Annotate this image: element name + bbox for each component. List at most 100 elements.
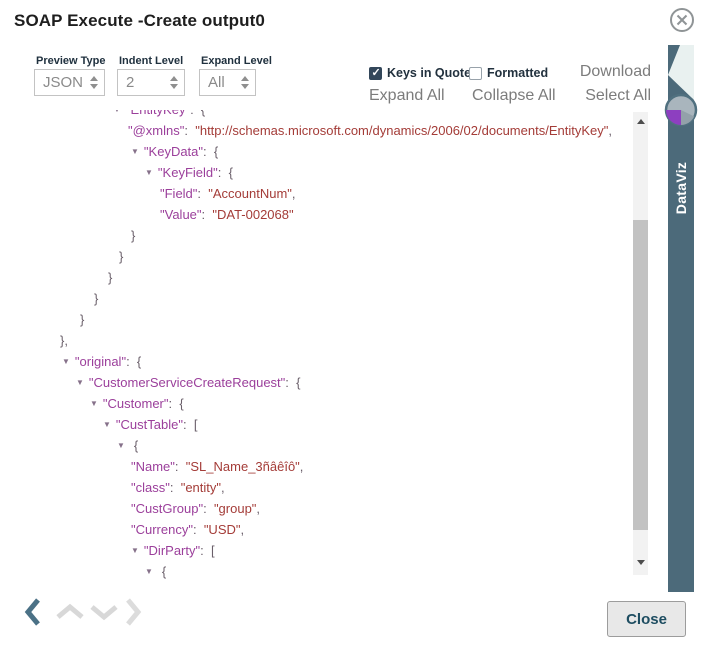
json-key: "@xmlns" (128, 123, 184, 138)
formatted-checkbox[interactable]: Formatted (469, 66, 548, 80)
scrollbar-down-icon[interactable] (637, 560, 645, 565)
json-punctuation: : (193, 522, 204, 537)
json-row: "Value": "DAT-002068" (55, 204, 632, 225)
preview-type-value: JSON (43, 74, 83, 91)
json-punctuation: { (137, 354, 141, 369)
expand-all-link[interactable]: Expand All (369, 87, 445, 105)
formatted-label: Formatted (487, 66, 548, 80)
tree-toggle-icon[interactable]: ▼ (90, 393, 98, 414)
json-punctuation: { (162, 564, 166, 579)
checkbox-unchecked-icon[interactable] (469, 67, 482, 80)
json-punctuation: : (183, 417, 194, 432)
json-row: ▼"DirParty": [ (55, 540, 632, 561)
json-row: ▼ "KeyData": { (55, 141, 632, 162)
checkbox-checked-icon[interactable] (369, 67, 382, 80)
expand-level-select[interactable]: All (199, 69, 256, 96)
indent-level-value: 2 (126, 74, 134, 91)
json-punctuation: : (203, 501, 214, 516)
indent-level-label: Indent Level (119, 55, 185, 67)
tree-toggle-icon[interactable]: ▼ (103, 414, 111, 435)
json-row: "Field": "AccountNum", (55, 183, 632, 204)
json-key: "DirParty" (144, 543, 200, 558)
tree-toggle-icon[interactable]: ▼ (113, 110, 121, 120)
tree-toggle-icon[interactable]: ▼ (117, 435, 125, 456)
json-value: "AccountNum" (208, 186, 292, 201)
json-key: "Field" (160, 186, 197, 201)
scrollbar-thumb[interactable] (633, 220, 648, 530)
json-punctuation: { (201, 110, 205, 117)
chevron-down-icon (89, 603, 119, 621)
json-punctuation: , (241, 522, 245, 537)
json-row: "CustGroup": "group", (55, 498, 632, 519)
nav-up-button[interactable] (55, 603, 85, 621)
tree-toggle-icon[interactable]: ▼ (131, 141, 139, 162)
json-key: "original" (75, 354, 126, 369)
json-value: "USD" (204, 522, 241, 537)
spinner-icon (90, 76, 98, 89)
json-row: } (55, 288, 632, 309)
json-row: ▼"Customer": { (55, 393, 632, 414)
json-row: } (55, 309, 632, 330)
select-all-link[interactable]: Select All (585, 87, 651, 105)
json-row: }, (55, 330, 632, 351)
nav-prev-button[interactable] (24, 597, 42, 627)
scrollbar-up-icon[interactable] (637, 119, 645, 124)
json-punctuation: { (179, 396, 183, 411)
json-punctuation: : (175, 459, 186, 474)
spinner-icon (170, 76, 178, 89)
json-punctuation: } (119, 249, 123, 264)
tree-toggle-icon[interactable]: ▼ (145, 162, 153, 183)
json-punctuation: : (190, 110, 201, 117)
tree-toggle-icon[interactable]: ▼ (62, 351, 70, 372)
preview-type-label: Preview Type (36, 55, 106, 67)
indent-level-select[interactable]: 2 (117, 69, 185, 96)
json-punctuation: }, (60, 333, 68, 348)
tree-toggle-icon[interactable]: ▼ (145, 561, 153, 582)
dataviz-tab[interactable]: DataViz (668, 45, 694, 592)
json-punctuation: { (214, 144, 218, 159)
keys-in-quotes-checkbox[interactable]: Keys in Quotes (369, 66, 478, 80)
json-punctuation: [ (211, 543, 215, 558)
json-row: ▼"CustomerServiceCreateRequest": { (55, 372, 632, 393)
preview-type-select[interactable]: JSON (34, 69, 105, 96)
json-punctuation: } (108, 270, 112, 285)
json-row: } (55, 267, 632, 288)
json-punctuation: : (203, 144, 214, 159)
json-row: } (55, 225, 632, 246)
json-punctuation: } (80, 312, 84, 327)
nav-next-button[interactable] (124, 597, 142, 627)
json-value: "entity" (181, 480, 221, 495)
json-row: "Currency": "USD", (55, 519, 632, 540)
pie-chart-icon (666, 95, 696, 125)
ribbon-fold-shape (668, 45, 694, 100)
json-row: ▼"KeyField": { (55, 162, 632, 183)
json-key: "class" (131, 480, 170, 495)
json-key: "KeyData" (144, 144, 203, 159)
json-key: "CustTable" (116, 417, 183, 432)
tree-toggle-icon[interactable]: ▼ (131, 540, 139, 561)
json-value: "group" (214, 501, 256, 516)
json-punctuation: : (197, 186, 208, 201)
json-punctuation: , (300, 459, 304, 474)
json-row: "@xmlns": "http://schemas.microsoft.com/… (55, 120, 632, 141)
nav-down-button[interactable] (89, 603, 119, 621)
collapse-all-link[interactable]: Collapse All (472, 87, 556, 105)
tree-toggle-icon[interactable]: ▼ (76, 372, 84, 393)
json-value: "DAT-002068" (212, 207, 293, 222)
download-link[interactable]: Download (580, 63, 651, 81)
json-value: "http://schemas.microsoft.com/dynamics/2… (195, 123, 608, 138)
close-icon[interactable] (668, 6, 696, 34)
json-key: "CustGroup" (131, 501, 203, 516)
json-row: ▼ "original": { (55, 351, 632, 372)
json-punctuation: : (184, 123, 195, 138)
json-punctuation: : (126, 354, 137, 369)
json-key: "Currency" (131, 522, 193, 537)
json-tree: ▼"EntityKey": {"@xmlns": "http://schemas… (55, 110, 632, 588)
json-key: "KeyField" (158, 165, 218, 180)
json-value: "SL_Name_3ñâêîô" (186, 459, 300, 474)
keys-in-quotes-label: Keys in Quotes (387, 66, 478, 80)
scrollbar[interactable] (633, 112, 648, 575)
expand-level-label: Expand Level (201, 55, 272, 67)
json-punctuation: { (296, 375, 300, 390)
close-button[interactable]: Close (607, 601, 686, 637)
